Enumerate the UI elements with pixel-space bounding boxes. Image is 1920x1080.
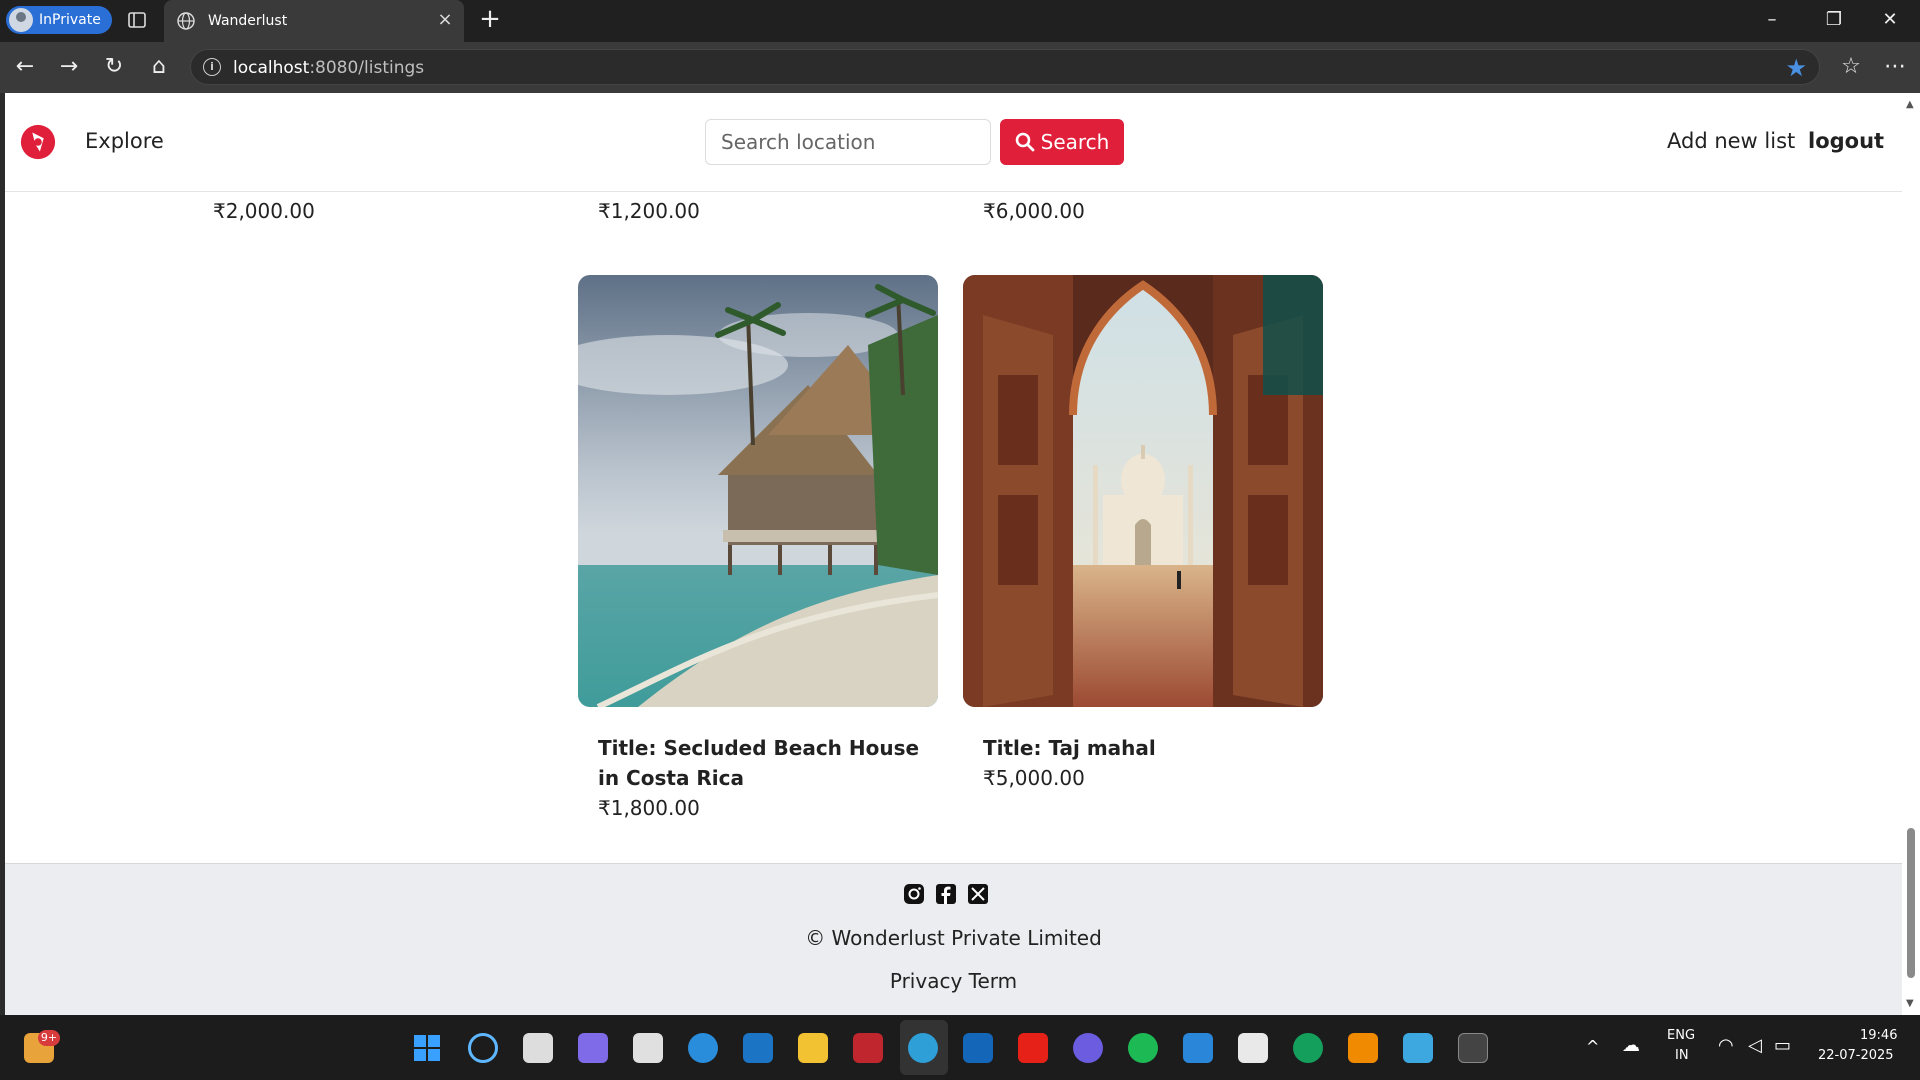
restore-icon[interactable]: ❐ (1822, 8, 1846, 32)
copilot-app-icon[interactable] (1073, 1033, 1103, 1063)
site-info-icon[interactable]: i (203, 58, 221, 76)
facebook-icon[interactable] (934, 882, 958, 906)
battery-icon[interactable]: ▭ (1774, 1035, 1791, 1056)
nav-explore-link[interactable]: Explore (85, 129, 164, 153)
start-windows-icon[interactable] (412, 1033, 442, 1063)
listing-title: Title: Taj mahal (983, 736, 1156, 760)
listing-price: ₹1,200.00 (598, 199, 700, 223)
site-header: Explore Search Add new list logout (5, 93, 1902, 192)
browser-toolbar: ← → ↻ ⌂ i localhost:8080/listings ★ ☆ ⋯ (0, 42, 1920, 93)
x-twitter-icon[interactable] (966, 882, 990, 906)
clock-time[interactable]: 19:46 (1860, 1028, 1897, 1043)
tab-actions-icon[interactable] (126, 9, 148, 31)
inprivate-badge[interactable]: InPrivate (6, 6, 112, 34)
close-tab-icon[interactable]: × (436, 11, 454, 29)
notepad-icon[interactable] (1403, 1033, 1433, 1063)
beach-house-image (548, 275, 939, 710)
listing-price: ₹2,000.00 (213, 199, 315, 223)
scrollbar-thumb[interactable] (1907, 828, 1915, 978)
scroll-down-icon[interactable]: ▼ (1906, 998, 1914, 1009)
browser-tab-bar: InPrivate Wanderlust × + – ❐ ✕ (0, 0, 1920, 42)
spotify-icon[interactable] (1128, 1033, 1158, 1063)
search-icon (1015, 132, 1035, 152)
listing-price: ₹1,800.00 (598, 796, 700, 820)
vscode-icon[interactable] (1183, 1033, 1213, 1063)
tray-overflow-icon[interactable]: ^ (1586, 1037, 1599, 1056)
search-button[interactable]: Search (1000, 119, 1124, 165)
globe-icon (177, 12, 195, 30)
edge-icon[interactable] (908, 1033, 938, 1063)
taj-mahal-image (963, 275, 1323, 707)
listing-price: ₹6,000.00 (983, 199, 1085, 223)
search-button-label: Search (1040, 130, 1110, 154)
compass-logo-icon[interactable] (19, 123, 57, 161)
copilot-icon[interactable] (578, 1033, 608, 1063)
more-menu-icon[interactable]: ⋯ (1882, 54, 1908, 80)
volume-icon[interactable]: ◁ (1748, 1035, 1762, 1056)
notification-badge: 9+ (38, 1030, 60, 1046)
minimize-icon[interactable]: – (1760, 8, 1784, 32)
browser-tab-wanderlust[interactable]: Wanderlust × (164, 0, 464, 42)
social-links (902, 882, 990, 906)
add-new-list-link[interactable]: Add new list (1667, 129, 1795, 153)
instagram-icon[interactable] (902, 882, 926, 906)
close-window-icon[interactable]: ✕ (1878, 8, 1902, 32)
help-icon[interactable] (688, 1033, 718, 1063)
task-view-icon[interactable] (523, 1033, 553, 1063)
mcafee-icon[interactable] (853, 1033, 883, 1063)
scroll-up-icon[interactable]: ▲ (1906, 99, 1914, 110)
profile-avatar (9, 8, 33, 32)
clock-date[interactable]: 22-07-2025 (1818, 1048, 1894, 1063)
refresh-icon[interactable]: ↻ (101, 54, 127, 80)
logout-link[interactable]: logout (1808, 129, 1884, 153)
language-primary[interactable]: ENG (1667, 1028, 1695, 1043)
terminal-icon[interactable] (1458, 1033, 1488, 1063)
youtube-icon[interactable] (1018, 1033, 1048, 1063)
mongodb-icon[interactable] (1293, 1033, 1323, 1063)
back-icon[interactable]: ← (12, 54, 38, 80)
search-location-input[interactable] (705, 119, 991, 165)
windows-taskbar: ^ ☁ ENG IN ◠ ◁ ▭ 19:46 22-07-2025 (0, 1015, 1920, 1080)
page-viewport: Explore Search Add new list logout ₹2,00… (5, 93, 1920, 1015)
privacy-terms-links[interactable]: Privacy Term (5, 969, 1902, 993)
listing-title: Title: Secluded Beach House in Costa Ric… (598, 736, 920, 790)
page-scrollbar[interactable]: ▲ ▼ (1902, 93, 1920, 1015)
search-taskbar-icon[interactable] (468, 1033, 498, 1063)
onedrive-icon[interactable]: ☁ (1622, 1035, 1640, 1056)
wifi-icon[interactable]: ◠ (1718, 1035, 1734, 1056)
favorites-icon[interactable]: ☆ (1838, 54, 1864, 80)
new-tab-icon[interactable]: + (478, 6, 502, 32)
tab-title: Wanderlust (208, 13, 288, 29)
listing-card[interactable]: Title: Taj mahal ₹5,000.00 (963, 275, 1323, 793)
myhp-icon[interactable] (743, 1033, 773, 1063)
url-text: localhost:8080/listings (233, 58, 425, 78)
forward-icon[interactable]: → (56, 54, 82, 80)
outlook-icon[interactable] (963, 1033, 993, 1063)
address-bar[interactable]: i localhost:8080/listings ★ (190, 49, 1820, 85)
site-footer: © Wonderlust Private Limited Privacy Ter… (5, 863, 1902, 1015)
snipping-tool-icon[interactable] (1238, 1033, 1268, 1063)
inprivate-label: InPrivate (39, 12, 101, 28)
copyright-text: © Wonderlust Private Limited (805, 926, 1102, 950)
vlc-icon[interactable] (1348, 1033, 1378, 1063)
listing-card[interactable]: Title: Secluded Beach House in Costa Ric… (548, 275, 939, 823)
listing-price: ₹5,000.00 (983, 766, 1085, 790)
favorite-star-icon[interactable]: ★ (1785, 54, 1807, 82)
file-explorer-icon[interactable] (798, 1033, 828, 1063)
language-secondary[interactable]: IN (1675, 1048, 1689, 1063)
store-icon[interactable] (633, 1033, 663, 1063)
home-icon[interactable]: ⌂ (146, 54, 172, 80)
